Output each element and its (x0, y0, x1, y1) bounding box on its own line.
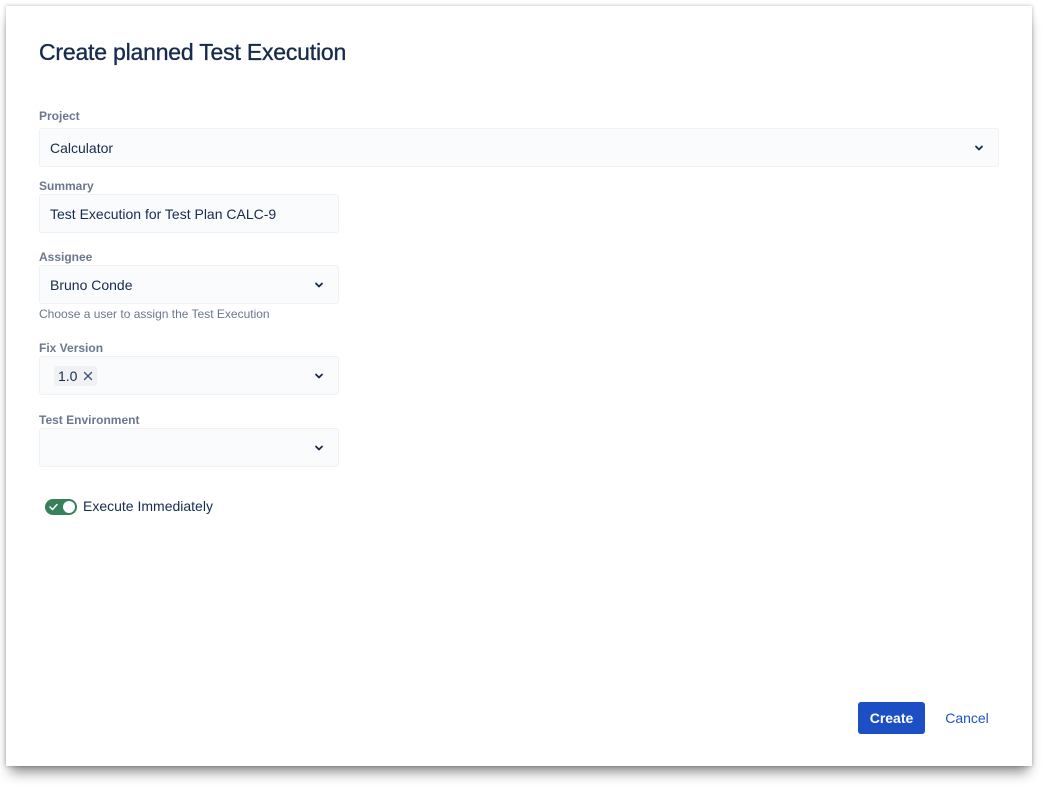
chevron-down-icon (315, 282, 323, 288)
create-button[interactable]: Create (858, 702, 925, 734)
fix-version-tag-label: 1.0 (58, 368, 78, 384)
chevron-down-icon (315, 373, 323, 379)
assignee-label: Assignee (39, 250, 93, 264)
assignee-helper-text: Choose a user to assign the Test Executi… (39, 307, 270, 321)
summary-input[interactable]: Test Execution for Test Plan CALC-9 (39, 194, 339, 233)
project-value: Calculator (50, 140, 114, 156)
close-icon[interactable] (83, 371, 93, 381)
check-icon (49, 503, 58, 511)
toggle-knob (63, 501, 75, 513)
test-environment-select[interactable] (39, 428, 339, 467)
chevron-down-icon (975, 145, 983, 151)
chevron-down-icon (315, 445, 323, 451)
project-select[interactable]: Calculator (39, 128, 999, 167)
execute-immediately-label[interactable]: Execute Immediately (83, 498, 213, 514)
fix-version-tag: 1.0 (54, 366, 98, 386)
fix-version-select[interactable]: 1.0 (39, 356, 339, 395)
assignee-value: Bruno Conde (50, 277, 133, 293)
create-test-execution-dialog: Create planned Test Execution Project Ca… (6, 6, 1032, 766)
dialog-title: Create planned Test Execution (39, 39, 347, 65)
cancel-button[interactable]: Cancel (937, 702, 997, 734)
summary-value: Test Execution for Test Plan CALC-9 (50, 206, 277, 222)
assignee-select[interactable]: Bruno Conde (39, 265, 339, 304)
test-environment-label: Test Environment (39, 413, 140, 427)
execute-immediately-toggle[interactable] (45, 499, 77, 515)
summary-label: Summary (39, 179, 94, 193)
fix-version-label: Fix Version (39, 341, 104, 355)
project-label: Project (39, 109, 80, 123)
